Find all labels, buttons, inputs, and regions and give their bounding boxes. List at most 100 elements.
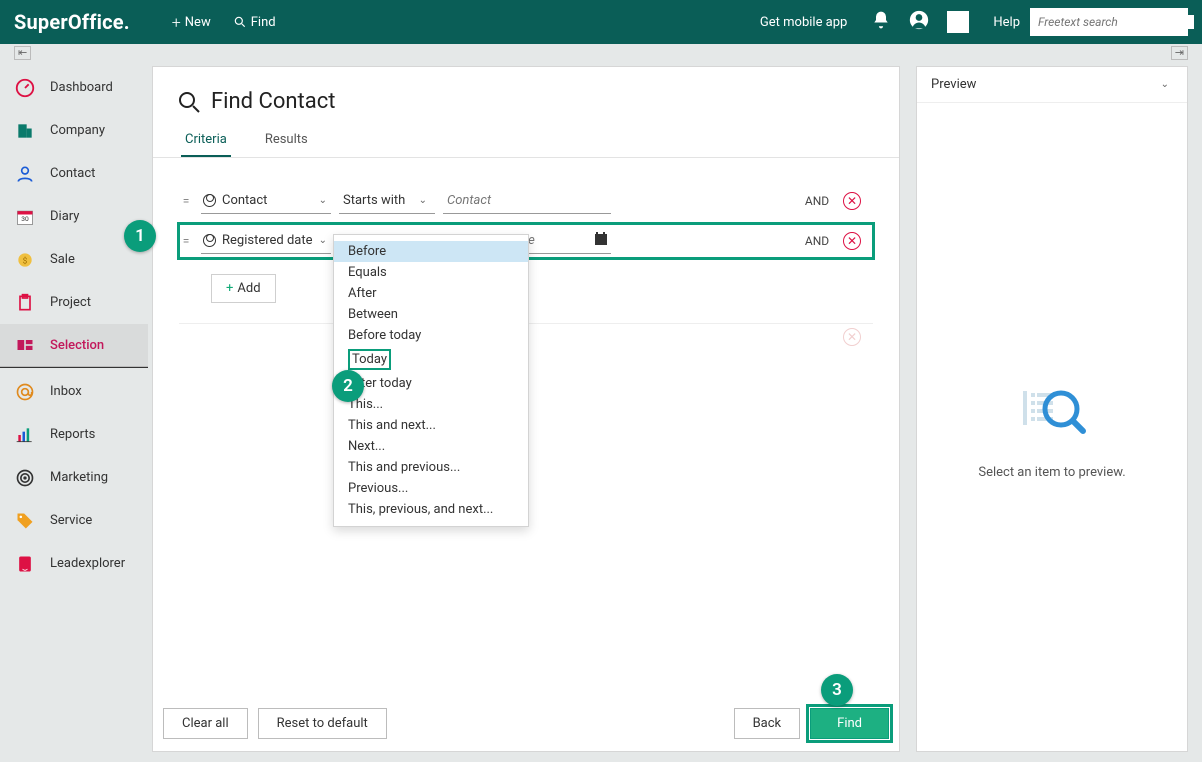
- sidebar-item-label: Diary: [50, 209, 79, 224]
- sidebar-item-label: Contact: [50, 166, 95, 181]
- sidebar-item-leadexplorer[interactable]: Leadexplorer: [0, 542, 148, 585]
- dropdown-option[interactable]: Previous...: [334, 478, 528, 499]
- sidebar-item-label: Leadexplorer: [50, 556, 125, 571]
- sidebar-item-project[interactable]: Project: [0, 281, 148, 324]
- dropdown-option[interactable]: This, previous, and next...: [334, 499, 528, 520]
- building-icon: [14, 120, 36, 142]
- criteria-row: = Contact ⌄ Starts with ⌄ AND ✕: [179, 188, 873, 214]
- person-icon: [203, 234, 216, 247]
- gauge-icon: [14, 77, 36, 99]
- svg-text:$: $: [23, 255, 28, 266]
- sidebar-item-label: Company: [50, 123, 105, 138]
- freetext-search-input[interactable]: [1038, 15, 1194, 29]
- calendar-icon: 30: [14, 206, 36, 228]
- top-actions: +New Find: [172, 13, 276, 32]
- collapse-right-icon[interactable]: ⇥: [1171, 46, 1188, 60]
- dropdown-option[interactable]: After: [334, 283, 528, 304]
- entity-dropdown[interactable]: Registered date ⌄: [201, 228, 331, 254]
- tab-criteria[interactable]: Criteria: [181, 124, 231, 157]
- target-icon: [14, 467, 36, 489]
- person-icon: [14, 163, 36, 185]
- freetext-search[interactable]: [1030, 8, 1188, 36]
- at-icon: [14, 381, 36, 403]
- add-criteria-button[interactable]: +Add: [211, 274, 276, 303]
- annotation-3: 3: [821, 674, 853, 706]
- sidebar-item-label: Marketing: [50, 470, 108, 485]
- annotation-1: 1: [124, 220, 156, 252]
- chevron-down-icon: ⌄: [319, 235, 331, 246]
- sidebar-item-label: Selection: [50, 338, 104, 353]
- preview-header[interactable]: Preview ⌄: [917, 67, 1187, 103]
- user-icon[interactable]: [909, 10, 929, 34]
- connector-label[interactable]: AND: [799, 194, 835, 208]
- dropdown-option[interactable]: Before today: [334, 325, 528, 346]
- chevron-down-icon: ⌄: [419, 195, 431, 206]
- sidebar-item-label: Inbox: [50, 384, 82, 399]
- dropdown-option[interactable]: This and next...: [334, 415, 528, 436]
- sidebar-item-contact[interactable]: Contact: [0, 152, 148, 195]
- chevron-down-icon: ⌄: [1161, 79, 1173, 90]
- search-icon: [177, 90, 201, 114]
- sidebar-item-label: Service: [50, 513, 92, 528]
- list-icon[interactable]: [947, 11, 969, 33]
- tab-results[interactable]: Results: [261, 124, 312, 157]
- back-button[interactable]: Back: [734, 708, 801, 739]
- find-button[interactable]: Find: [810, 708, 889, 739]
- operator-dropdown[interactable]: Starts with ⌄: [339, 188, 435, 214]
- dropdown-option[interactable]: Equals: [334, 262, 528, 283]
- calendar-icon[interactable]: [595, 234, 607, 245]
- preview-empty: Select an item to preview.: [917, 103, 1187, 751]
- reset-button[interactable]: Reset to default: [258, 708, 387, 739]
- topbar: SuperOffice. +New Find Get mobile app He…: [0, 0, 1202, 44]
- phone-icon: [14, 553, 36, 575]
- help-link[interactable]: Help: [993, 15, 1020, 30]
- sidebar-item-company[interactable]: Company: [0, 109, 148, 152]
- sidebar-item-inbox[interactable]: Inbox: [0, 370, 148, 413]
- delete-group-button[interactable]: ✕: [843, 328, 861, 346]
- entity-dropdown[interactable]: Contact ⌄: [201, 188, 331, 214]
- dropdown-option[interactable]: Between: [334, 304, 528, 325]
- page-header: Find Contact: [153, 67, 899, 124]
- collapse-strip: ⇤ ⇥: [0, 44, 1202, 66]
- footer-actions: Clear all Reset to default Back Find: [153, 696, 899, 751]
- sidebar-item-label: Dashboard: [50, 80, 113, 95]
- brand-logo: SuperOffice.: [14, 10, 130, 34]
- sidebar-item-selection[interactable]: Selection: [0, 324, 148, 367]
- dropdown-option-today[interactable]: Today: [334, 346, 528, 373]
- tab-bar: Criteria Results: [153, 124, 899, 158]
- clipboard-icon: [14, 292, 36, 314]
- new-button[interactable]: +New: [172, 13, 211, 32]
- chart-icon: [14, 424, 36, 446]
- find-top-button[interactable]: Find: [233, 15, 276, 30]
- sidebar-item-marketing[interactable]: Marketing: [0, 456, 148, 499]
- dropdown-option[interactable]: This and previous...: [334, 457, 528, 478]
- bell-icon[interactable]: [871, 10, 891, 34]
- dropdown-option[interactable]: This...: [334, 394, 528, 415]
- chevron-down-icon: ⌄: [319, 195, 331, 206]
- person-icon: [203, 194, 216, 207]
- equals-icon: =: [179, 194, 193, 208]
- sidebar-item-label: Sale: [50, 252, 75, 267]
- page-title: Find Contact: [211, 89, 335, 114]
- delete-row-button[interactable]: ✕: [843, 232, 861, 250]
- connector-label[interactable]: AND: [799, 234, 835, 248]
- selection-icon: [14, 334, 36, 356]
- delete-row-button[interactable]: ✕: [843, 192, 861, 210]
- sidebar-item-service[interactable]: Service: [0, 499, 148, 542]
- get-mobile-link[interactable]: Get mobile app: [760, 15, 847, 30]
- annotation-2: 2: [332, 370, 364, 402]
- sidebar-item-dashboard[interactable]: Dashboard: [0, 66, 148, 109]
- sidebar: Dashboard Company Contact 30 Diary $ Sal…: [0, 66, 148, 762]
- sidebar-item-reports[interactable]: Reports: [0, 413, 148, 456]
- dropdown-option[interactable]: Next...: [334, 436, 528, 457]
- dropdown-option[interactable]: Before: [334, 241, 528, 262]
- clear-all-button[interactable]: Clear all: [163, 708, 248, 739]
- preview-panel: Preview ⌄ Select an item to preview.: [916, 66, 1188, 752]
- preview-empty-icon: [1017, 375, 1087, 445]
- coin-icon: $: [14, 249, 36, 271]
- preview-empty-text: Select an item to preview.: [978, 465, 1125, 480]
- main-panel: Find Contact Criteria Results = Contact …: [152, 66, 900, 752]
- criteria-area: = Contact ⌄ Starts with ⌄ AND ✕ = Regist…: [153, 158, 899, 696]
- collapse-left-icon[interactable]: ⇤: [14, 46, 31, 60]
- value-input[interactable]: [443, 188, 611, 214]
